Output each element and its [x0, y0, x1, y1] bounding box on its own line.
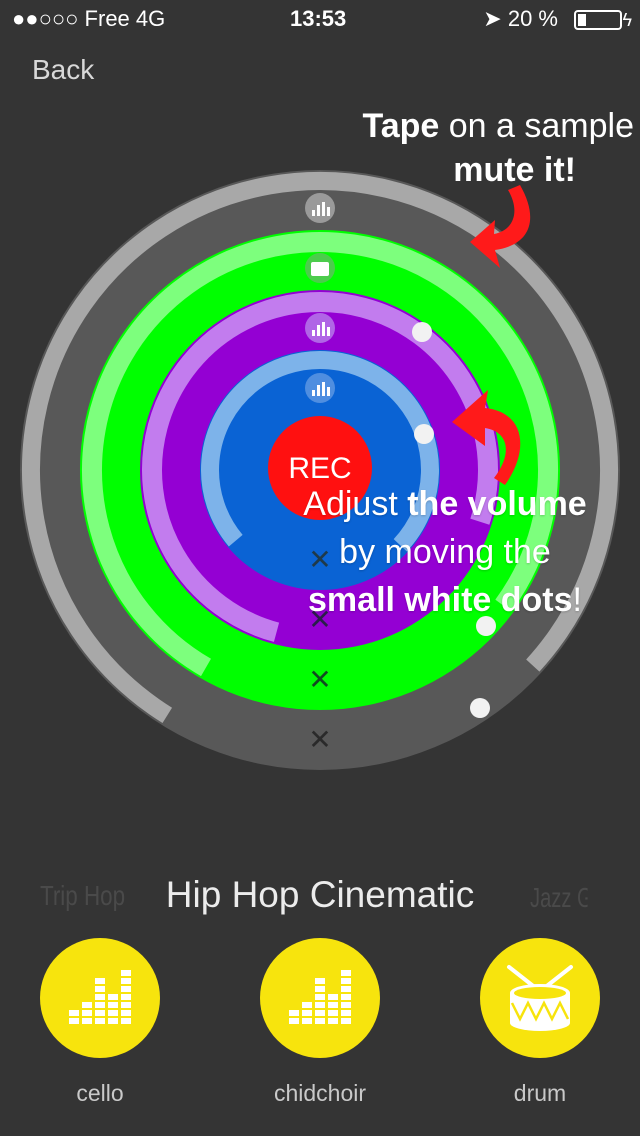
hint-adjust-volume: Adjust the volume by moving the small wh…: [303, 485, 587, 619]
status-bar: ●●○○○ Free 4G 13:53 ➤ 20 % ϟ: [0, 0, 640, 40]
equalizer-icon: [260, 938, 380, 1058]
genre-carousel[interactable]: Trip Hop Hip Hop Cinematic Jazz Groove: [0, 872, 640, 922]
instrument-bar: cello chidchoir drum: [0, 938, 640, 1118]
mute-x-outer: ✕: [308, 723, 331, 756]
instrument-label: drum: [513, 1080, 567, 1106]
drum-icon: [480, 938, 600, 1058]
volume-dot-blue[interactable]: [414, 424, 434, 444]
battery-percent: ➤ 20 %: [483, 6, 558, 31]
instrument-drum[interactable]: drum: [479, 938, 601, 1107]
clock: 13:53: [290, 6, 347, 31]
genre-next[interactable]: Jazz Groove: [530, 882, 588, 914]
mute-x-green: ✕: [308, 663, 331, 696]
sample-rings: ✕ ✕ ✕ ✕ REC: [20, 170, 620, 770]
back-button[interactable]: Back: [32, 54, 94, 86]
instrument-chidchoir[interactable]: chidchoir: [259, 938, 381, 1107]
hint-tap-to-mute: Tape on a sample mute it!: [362, 107, 634, 189]
battery-icon: ϟ: [574, 10, 632, 30]
sample-mute-icon-blue[interactable]: [305, 373, 335, 403]
instrument-label: chidchoir: [273, 1080, 367, 1106]
sample-mute-icon-violet[interactable]: [305, 313, 335, 343]
volume-dot-violet[interactable]: [412, 322, 432, 342]
instrument-label: cello: [76, 1080, 124, 1106]
instrument-cello[interactable]: cello: [39, 938, 161, 1107]
equalizer-icon: [40, 938, 160, 1058]
sample-mute-icon-outer[interactable]: [305, 193, 335, 223]
battery-text: 20 %: [507, 6, 558, 31]
volume-dot-outer[interactable]: [470, 698, 490, 718]
carrier-signal: ●●○○○ Free 4G: [12, 6, 166, 31]
sample-mute-icon-green[interactable]: [305, 253, 335, 283]
